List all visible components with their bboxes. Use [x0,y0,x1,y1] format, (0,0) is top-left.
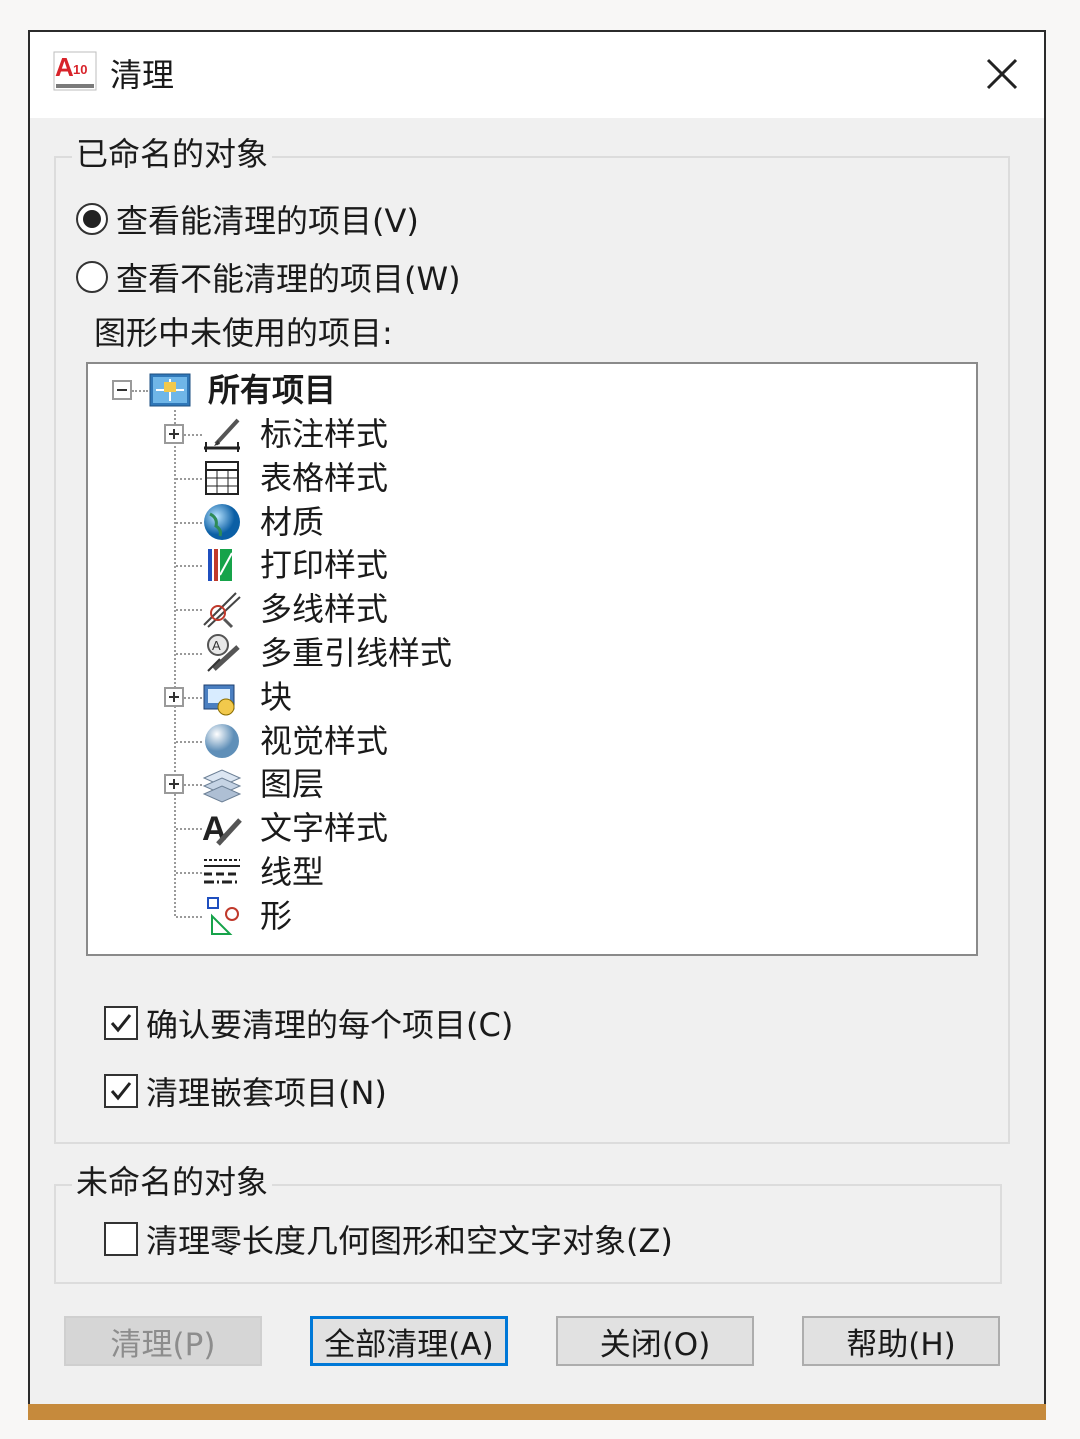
tree-root-label[interactable]: 所有项目 [208,370,336,410]
check-confirm-each[interactable]: 确认要清理的每个项目(C) [104,1000,513,1046]
tree-item-label[interactable]: 多重引线样式 [260,633,452,673]
checkbox[interactable] [104,1074,138,1108]
check-purge-nested[interactable]: 清理嵌套项目(N) [104,1068,387,1114]
check-nested-label: 清理嵌套项目(N) [146,1074,387,1112]
tree-item-label[interactable]: 文字样式 [260,808,388,848]
svg-text:A: A [212,638,221,653]
shape-icon [207,896,239,935]
text-style-icon: A [202,810,242,848]
dimension-style-icon [204,418,240,452]
visual-style-sphere-icon [205,723,239,758]
window-title: 清理 [110,56,175,94]
tree-item-label[interactable]: 线型 [260,852,324,892]
radio-selected-dot [83,210,101,228]
help-button[interactable]: 帮助(H) [802,1316,1000,1366]
unused-items-tree[interactable]: 所有项目 标注样式 表格样式 材质 打印样式 多线样式 A 多重引线样式块视觉样式 图层 A 文字… [86,362,978,956]
close-icon[interactable] [978,50,1026,98]
tree-item-label[interactable]: 标注样式 [260,414,388,454]
checkbox[interactable] [104,1006,138,1040]
checkmark-icon [110,1014,132,1033]
radio-button[interactable] [76,203,108,235]
tree-expand-toggle[interactable] [164,774,184,795]
block-icon [203,684,235,716]
purge-all-button[interactable]: 全部清理(A) [310,1316,508,1366]
window-bottom-edge [28,1404,1046,1420]
tree-item-label[interactable]: 块 [260,677,292,717]
svg-text:10: 10 [73,62,87,77]
purge-button[interactable]: 清理(P) [64,1316,262,1366]
table-style-icon [205,460,239,495]
unnamed-objects-title: 未命名的对象 [72,1162,273,1202]
tree-item-label[interactable]: 视觉样式 [260,721,388,761]
tree-expand-toggle[interactable] [164,686,184,707]
checkbox[interactable] [104,1222,138,1256]
radio-button[interactable] [76,261,108,293]
tree-item-label[interactable]: 打印样式 [260,545,388,585]
tree-item-label[interactable]: 多线样式 [260,589,388,629]
multiline-style-icon [203,592,241,629]
checkmark-icon [110,1082,132,1101]
layers-icon [202,769,242,803]
tree-caption: 图形中未使用的项目: [94,314,393,352]
svg-text:A: A [55,52,74,82]
tree-item-label[interactable]: 形 [260,896,292,936]
radio-nonpurgeable-label: 查看不能清理的项目(W) [116,260,461,298]
radio-view-purgeable[interactable]: 查看能清理的项目(V) [76,196,419,242]
check-confirm-label: 确认要清理的每个项目(C) [146,1006,514,1044]
tree-item-label[interactable]: 材质 [260,502,324,542]
tree-item-label[interactable]: 表格样式 [260,458,388,498]
tree-expand-toggle[interactable] [164,424,184,444]
purge-dialog: A 10 清理 已命名的对象 查看能清理的项目(V) 查看不能清理的项目(W) … [28,30,1046,1407]
radio-view-nonpurgeable[interactable]: 查看不能清理的项目(W) [76,254,461,300]
check-zero-length-label: 清理零长度几何图形和空文字对象(Z) [146,1222,673,1260]
material-globe-icon [204,503,240,540]
tree-collapse-toggle[interactable] [112,380,132,400]
all-items-icon [149,373,191,407]
multileader-style-icon: A [207,634,240,672]
close-button[interactable]: 关闭(O) [556,1316,754,1366]
named-objects-title: 已命名的对象 [72,134,273,174]
tree-item-label[interactable]: 图层 [260,764,324,804]
title-bar: A 10 清理 [30,32,1044,118]
check-zero-length[interactable]: 清理零长度几何图形和空文字对象(Z) [104,1216,673,1262]
radio-purgeable-label: 查看能清理的项目(V) [116,202,419,240]
linetype-icon [204,859,240,884]
plot-style-icon [208,549,233,582]
autocad-app-icon: A 10 [53,51,97,91]
